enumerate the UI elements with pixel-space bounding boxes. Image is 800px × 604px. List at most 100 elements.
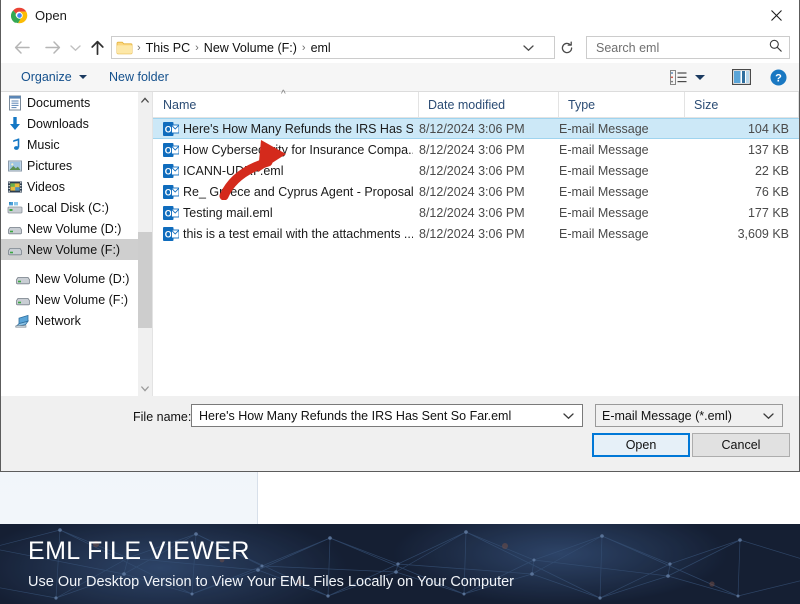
cell-type: E-mail Message [559,142,649,157]
sidebar-item-label: Network [35,313,81,328]
chevron-down-icon [523,44,534,51]
drive-icon [7,221,23,237]
cell-type: E-mail Message [559,226,649,241]
table-row[interactable]: Othis is a test email with the attachmen… [153,223,799,244]
tree-group-separator [1,260,152,268]
file-list: Name ^ Date modified Type Size O Here's H… [153,89,799,396]
column-header-name-label: Name [163,97,197,112]
column-header-type[interactable]: Type [559,92,685,117]
recent-locations-button[interactable] [65,32,85,63]
column-header-date-modified[interactable]: Date modified [419,92,559,117]
caret-down-icon [141,385,149,392]
view-list-icon [670,69,687,85]
cell-name: Testing mail.eml [183,205,273,220]
ad-text-block: EML FILE VIEWER Use Our Desktop Version … [28,536,514,592]
help-icon: ? [770,69,787,85]
sidebar-item-new-volume-d[interactable]: New Volume (D:) [1,268,152,289]
sidebar-item-documents[interactable]: Documents [1,92,152,113]
sidebar-item-new-volume-f[interactable]: New Volume (F:) [1,289,152,310]
table-row[interactable]: O Here's How Many Refunds the IRS Has Se.… [153,118,799,139]
ad-title: EML FILE VIEWER [28,537,250,565]
arrow-up-icon [90,40,104,55]
file-type-dropdown[interactable]: E-mail Message (*.eml) [595,404,783,427]
scroll-down-button[interactable] [138,381,152,396]
cell-size: 22 KB [754,163,789,178]
command-bar: Organize New folder ? [1,63,799,92]
file-name-label: File name: [133,410,192,424]
new-folder-button[interactable]: New folder [103,63,175,91]
cell-name: this is a test email with the attachment… [183,226,413,241]
documents-icon [7,95,23,111]
table-row[interactable]: O Re_ Greece and Cyprus Agent - Proposal_… [153,181,799,202]
file-name-field[interactable] [191,404,583,427]
local-disk-icon [7,200,23,216]
sidebar-item-label: Music [27,137,60,152]
column-header-name[interactable]: Name ^ [153,89,419,117]
cell-size: 137 KB [747,142,789,157]
refresh-button[interactable] [555,36,579,59]
sidebar-item-label: Local Disk (C:) [27,200,109,215]
cancel-button[interactable]: Cancel [692,433,790,457]
sidebar-item-videos[interactable]: Videos [1,176,152,197]
sidebar-item-downloads[interactable]: Downloads [1,113,152,134]
sidebar-item-network[interactable]: Network [1,310,152,331]
help-button[interactable]: ? [770,63,787,91]
cell-size: 104 KB [747,121,789,136]
dialog-titlebar: Open [1,0,799,32]
address-bar[interactable]: › This PC › New Volume (F:) › eml [111,36,555,59]
sidebar-item-label: Pictures [27,158,73,173]
cell-type: E-mail Message [559,205,649,220]
breadcrumb-item-new-volume-f[interactable]: New Volume (F:) [201,41,300,55]
cell-type: E-mail Message [559,163,649,178]
column-header-size[interactable]: Size [685,92,799,117]
preview-pane-button[interactable] [732,63,751,91]
address-dropdown-button[interactable] [523,39,534,57]
view-mode-button[interactable] [670,63,705,91]
breadcrumb-separator: › [195,41,199,54]
file-name-dropdown-button[interactable] [563,407,574,425]
breadcrumb-item-eml[interactable]: eml [308,41,334,55]
sort-ascending-icon: ^ [281,89,286,100]
cell-date: 8/12/2024 3:06 PM [419,205,525,220]
scroll-up-button[interactable] [138,92,152,107]
open-file-dialog: Open › This PC › New Volume (F:) › eml S… [0,0,800,472]
sidebar-item-label: Documents [27,95,91,110]
table-row[interactable]: O ICANN-UDRP.eml 8/12/2024 3:06 PM E-mail M… [153,160,799,181]
sidebar-item-pictures[interactable]: Pictures [1,155,152,176]
table-row[interactable]: O Testing mail.eml 8/12/2024 3:06 PM E-mail… [153,202,799,223]
up-button[interactable] [85,32,109,63]
downloads-icon [7,116,23,132]
breadcrumb-item-this-pc[interactable]: This PC [143,41,193,55]
chevron-down-icon [763,409,774,423]
cell-date: 8/12/2024 3:06 PM [419,163,525,178]
navigation-bar: › This PC › New Volume (F:) › eml [1,32,799,63]
close-button[interactable] [753,0,799,31]
sidebar-item-label: New Volume (F:) [35,292,129,307]
cell-name: ICANN-UDRP.eml [183,163,284,178]
pictures-icon [7,158,23,174]
sidebar-item-new-volume-d[interactable]: New Volume (D:) [1,218,152,239]
arrow-right-icon [44,41,60,54]
sidebar-item-label: New Volume (D:) [27,221,122,236]
ad-banner: EML FILE VIEWER Use Our Desktop Version … [0,524,800,604]
search-box[interactable] [586,36,790,59]
sidebar-item-local-disk-c[interactable]: Local Disk (C:) [1,197,152,218]
search-input[interactable] [594,39,758,56]
file-name-input[interactable] [197,407,553,424]
preview-pane-icon [732,69,751,85]
table-row[interactable]: O How Cybersecurity for Insurance Compa..… [153,139,799,160]
folder-icon [116,41,133,55]
cell-type: E-mail Message [559,121,649,136]
open-button[interactable]: Open [592,433,690,457]
dialog-body: Documents Downloads Music Pictures Videos Loc… [1,89,799,396]
back-button[interactable] [9,32,35,63]
sidebar-item-new-volume-f[interactable]: New Volume (F:) [1,239,152,260]
file-type-value: E-mail Message (*.eml) [602,408,732,423]
cell-name: How Cybersecurity for Insurance Compa... [183,142,413,157]
sidebar-item-music[interactable]: Music [1,134,152,155]
scrollbar-thumb[interactable] [138,232,152,328]
ad-subtitle: Use Our Desktop Version to View Your EML… [28,574,515,590]
organize-button[interactable]: Organize [15,63,93,91]
forward-button[interactable] [39,32,65,63]
tree-scrollbar[interactable] [138,92,152,396]
